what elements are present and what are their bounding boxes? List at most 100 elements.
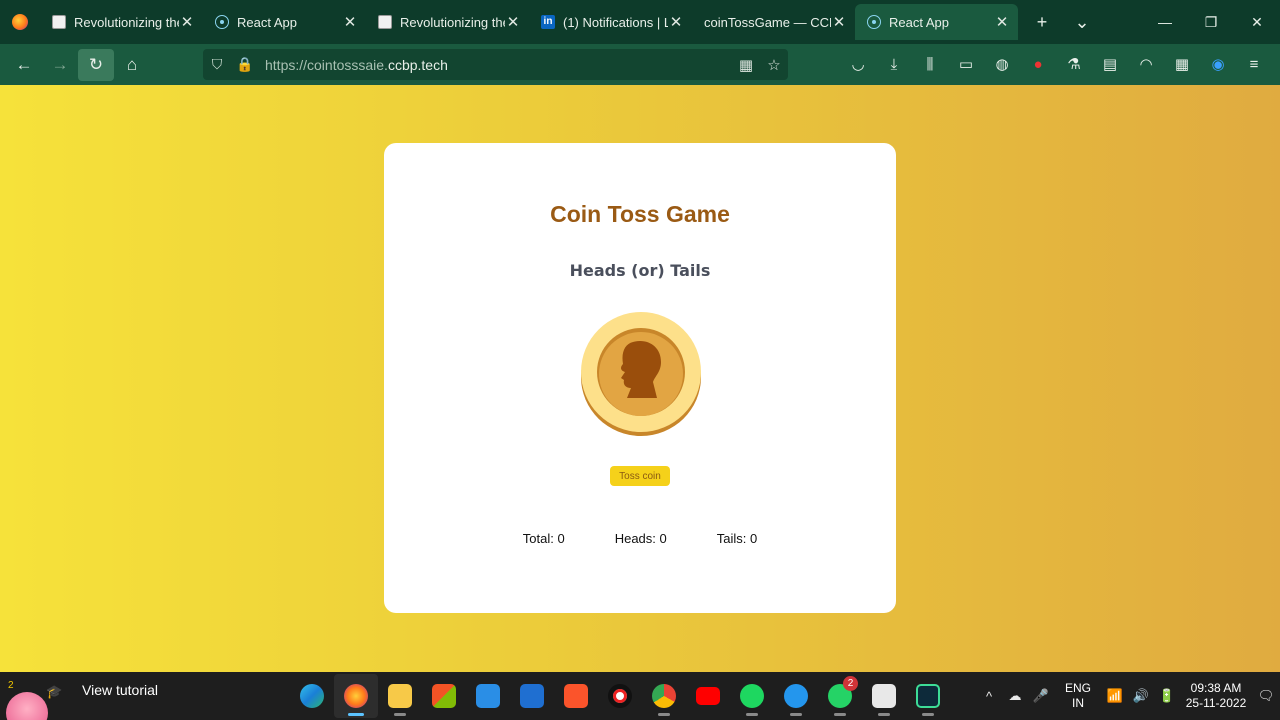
tab-title: React App bbox=[237, 14, 297, 30]
language-line-2: IN bbox=[1072, 696, 1084, 710]
page-title: Coin Toss Game bbox=[550, 201, 730, 227]
new-tab-button[interactable]: + bbox=[1022, 4, 1062, 40]
minimize-window-button[interactable]: — bbox=[1142, 0, 1188, 44]
tab-title: coinTossGame — CCBP I bbox=[704, 14, 831, 30]
react-favicon-icon bbox=[867, 15, 881, 29]
toss-coin-button[interactable]: Toss coin bbox=[610, 466, 670, 486]
firefox-menu-icon[interactable] bbox=[0, 0, 40, 44]
tab-close-icon[interactable]: ✕ bbox=[831, 13, 847, 31]
close-window-button[interactable]: ✕ bbox=[1234, 0, 1280, 44]
widget-avatar-icon bbox=[6, 692, 48, 720]
weather-icon: 2 bbox=[8, 680, 14, 691]
site-favicon-icon bbox=[378, 15, 392, 29]
site-lock-icon[interactable]: 🔒 bbox=[231, 56, 259, 73]
wifi-icon[interactable]: 📶 bbox=[1102, 688, 1128, 704]
url-text[interactable]: https://cointosssaie.ccbp.tech bbox=[265, 57, 732, 73]
tracking-protection-shield-icon[interactable]: ⛉ bbox=[203, 56, 231, 73]
calculator-app-icon[interactable] bbox=[862, 674, 906, 718]
grid-extension-icon[interactable]: ▦ bbox=[1164, 48, 1200, 80]
forward-button[interactable]: → bbox=[42, 49, 78, 81]
clock[interactable]: 09:38 AM 25-11-2022 bbox=[1180, 681, 1252, 711]
reload-button[interactable]: ↻ bbox=[78, 48, 114, 81]
tab-close-icon[interactable]: ✕ bbox=[994, 13, 1010, 31]
brave-app-icon[interactable] bbox=[554, 674, 598, 718]
tab-title: Revolutionizing the bbox=[74, 14, 179, 30]
notifications-icon[interactable]: 🗨 bbox=[1252, 688, 1280, 704]
coin-toss-card: Coin Toss Game Heads (or) Tails Toss coi… bbox=[384, 143, 896, 613]
tab-close-icon[interactable]: ✕ bbox=[505, 13, 521, 31]
tab-revolutionizing-2[interactable]: Revolutionizing the ✕ bbox=[366, 4, 529, 40]
page-viewport: Coin Toss Game Heads (or) Tails Toss coi… bbox=[0, 85, 1280, 672]
docker-app-icon[interactable] bbox=[774, 674, 818, 718]
site-favicon-icon bbox=[52, 15, 66, 29]
tab-bar: Revolutionizing the ✕ React App ✕ Revolu… bbox=[0, 0, 1280, 44]
tab-close-icon[interactable]: ✕ bbox=[668, 13, 684, 31]
tails-count: Tails: 0 bbox=[716, 531, 758, 546]
url-prefix: https://cointosssaie. bbox=[265, 56, 388, 73]
tab-title: React App bbox=[889, 14, 949, 30]
sidebar-icon[interactable]: ▭ bbox=[948, 48, 984, 80]
system-tray: ^ ☁ 🎤 ENG IN 📶 🔊 🔋 09:38 AM 25-11-2022 🗨 bbox=[976, 672, 1280, 720]
bookmark-star-icon[interactable]: ☆ bbox=[760, 56, 788, 74]
navigation-toolbar: ← → ↻ ⌂ ⛉ 🔒 https://cointosssaie.ccbp.te… bbox=[0, 44, 1280, 85]
microphone-icon[interactable]: 🎤 bbox=[1028, 688, 1054, 704]
player-extension-icon[interactable]: ◉ bbox=[1200, 48, 1236, 80]
whatsapp-app-icon[interactable]: 2 bbox=[818, 674, 862, 718]
youtube-app-icon[interactable] bbox=[686, 674, 730, 718]
tab-title: (1) Notifications | Li bbox=[563, 14, 668, 30]
address-bar[interactable]: ⛉ 🔒 https://cointosssaie.ccbp.tech ▦ ☆ bbox=[203, 49, 788, 80]
notes-extension-icon[interactable]: ▤ bbox=[1092, 48, 1128, 80]
url-domain: ccbp.tech bbox=[387, 56, 448, 73]
spotify-app-icon[interactable] bbox=[730, 674, 774, 718]
vscode-app-icon[interactable] bbox=[906, 674, 950, 718]
tab-close-icon[interactable]: ✕ bbox=[179, 13, 195, 31]
arc-extension-icon[interactable]: ◠ bbox=[1128, 48, 1164, 80]
microsoft-store-app-icon[interactable] bbox=[422, 674, 466, 718]
edge-app-icon[interactable] bbox=[290, 674, 334, 718]
qr-code-icon[interactable]: ▦ bbox=[732, 56, 760, 74]
chrome-app-icon[interactable] bbox=[642, 674, 686, 718]
language-line-1: ENG bbox=[1064, 681, 1091, 695]
total-count: Total: 0 bbox=[522, 531, 565, 546]
tab-react-app-active[interactable]: React App ✕ bbox=[855, 4, 1018, 40]
heads-count: Heads: 0 bbox=[614, 531, 667, 546]
windows-taskbar: 2 🎓 View tutorial 2 ^ ☁ 🎤 ENG IN 📶 🔊 🔋 0… bbox=[0, 672, 1280, 720]
tab-react-app-1[interactable]: React App ✕ bbox=[203, 4, 366, 40]
language-indicator[interactable]: ENG IN bbox=[1054, 681, 1102, 711]
subheading: Heads (or) Tails bbox=[569, 261, 711, 280]
tab-close-icon[interactable]: ✕ bbox=[342, 13, 358, 31]
file-explorer-app-icon[interactable] bbox=[378, 674, 422, 718]
tab-revolutionizing-1[interactable]: Revolutionizing the ✕ bbox=[40, 4, 203, 40]
pocket-icon[interactable]: ◡ bbox=[840, 48, 876, 80]
coin-heads-image bbox=[581, 312, 701, 436]
list-all-tabs-button[interactable]: ⌄ bbox=[1062, 4, 1102, 40]
tab-cointossgame-ccbp[interactable]: coinTossGame — CCBP I ✕ bbox=[692, 4, 855, 40]
globe-extension-icon[interactable]: ◍ bbox=[984, 48, 1020, 80]
view-tutorial-label: View tutorial bbox=[82, 682, 159, 698]
pinned-apps: 2 bbox=[290, 672, 950, 720]
battery-icon[interactable]: 🔋 bbox=[1154, 688, 1180, 704]
react-favicon-icon bbox=[215, 15, 229, 29]
record-app-icon[interactable] bbox=[598, 674, 642, 718]
downloads-icon[interactable]: ⤓ bbox=[876, 48, 912, 80]
translate-extension-icon[interactable]: ⚗ bbox=[1056, 48, 1092, 80]
toolbar-extensions: ◡ ⤓ ⫼ ▭ ◍ ● ⚗ ▤ ◠ ▦ ◉ ≡ bbox=[840, 48, 1272, 80]
mail-app-icon[interactable] bbox=[466, 674, 510, 718]
back-button[interactable]: ← bbox=[6, 49, 42, 81]
firefox-app-icon[interactable] bbox=[334, 674, 378, 718]
onedrive-icon[interactable]: ☁ bbox=[1002, 688, 1028, 704]
restore-window-button[interactable]: ❐ bbox=[1188, 0, 1234, 44]
volume-icon[interactable]: 🔊 bbox=[1128, 688, 1154, 704]
stats-row: Total: 0 Heads: 0 Tails: 0 bbox=[384, 531, 896, 546]
library-icon[interactable]: ⫼ bbox=[912, 48, 948, 80]
hamburger-menu-icon[interactable]: ≡ bbox=[1236, 48, 1272, 80]
profile-app-icon[interactable] bbox=[510, 674, 554, 718]
tab-linkedin-notifications[interactable]: in (1) Notifications | Li ✕ bbox=[529, 4, 692, 40]
graduation-cap-icon: 🎓 bbox=[46, 684, 63, 699]
linkedin-favicon-icon: in bbox=[541, 15, 555, 29]
lock-extension-icon[interactable]: ● bbox=[1020, 48, 1056, 80]
clock-date: 25-11-2022 bbox=[1185, 696, 1247, 710]
home-button[interactable]: ⌂ bbox=[114, 49, 150, 81]
tutorial-widget[interactable]: 2 🎓 View tutorial bbox=[0, 672, 200, 720]
show-hidden-icons-icon[interactable]: ^ bbox=[976, 689, 1002, 704]
